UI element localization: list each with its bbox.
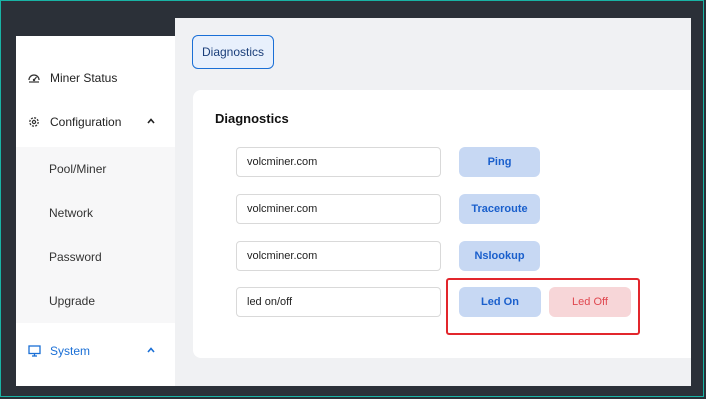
sidebar-item-system[interactable]: System [16,329,175,373]
diagnostics-card [193,90,691,358]
led-off-button[interactable]: Led Off [549,287,631,317]
chevron-up-icon[interactable] [146,115,156,129]
ping-button[interactable]: Ping [459,147,540,177]
sidebar-item-network[interactable]: Network [16,191,175,235]
nslookup-button[interactable]: Nslookup [459,241,540,271]
sidebar-item-label: Miner Status [50,71,118,85]
gear-icon [26,116,42,128]
traceroute-host-input[interactable] [236,194,441,224]
sidebar-item-label: System [50,344,91,358]
dashboard-icon [26,72,42,84]
sidebar: Miner Status Configuration Pool/Miner Ne… [16,36,175,386]
sidebar-item-miner-status[interactable]: Miner Status [16,56,175,100]
led-input[interactable] [236,287,441,317]
nslookup-host-input[interactable] [236,241,441,271]
sidebar-item-label: Configuration [50,115,122,129]
ping-host-input[interactable] [236,147,441,177]
monitor-icon [26,345,42,357]
sidebar-item-upgrade[interactable]: Upgrade [16,279,175,323]
card-title: Diagnostics [215,111,289,126]
traceroute-button[interactable]: Traceroute [459,194,540,224]
sidebar-item-password[interactable]: Password [16,235,175,279]
tab-diagnostics[interactable]: Diagnostics [192,35,274,69]
led-on-button[interactable]: Led On [459,287,541,317]
sidebar-item-configuration[interactable]: Configuration [16,100,175,144]
sidebar-item-pool-miner[interactable]: Pool/Miner [16,147,175,191]
chevron-up-icon[interactable] [146,344,156,358]
top-bar [0,0,706,18]
